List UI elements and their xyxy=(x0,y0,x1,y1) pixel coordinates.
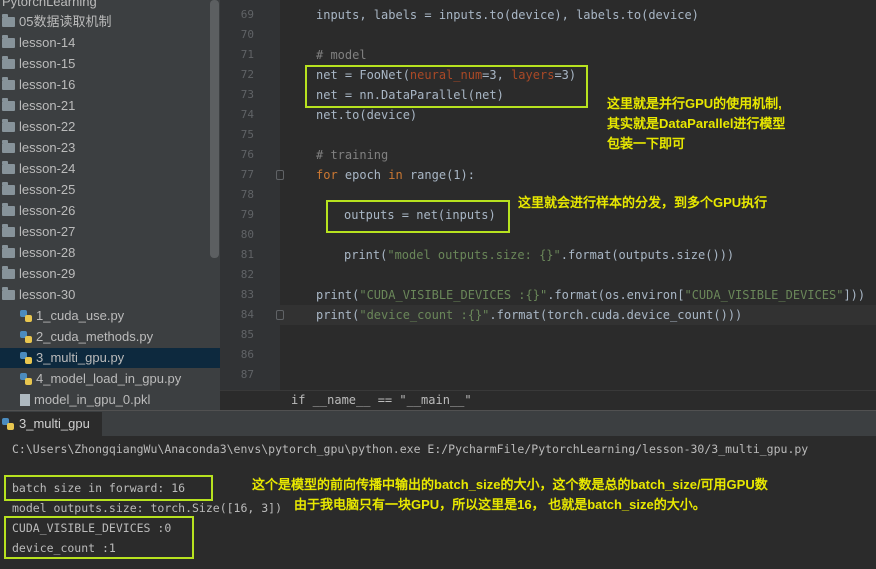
tree-folder[interactable]: lesson-29 xyxy=(2,264,75,284)
tree-folder[interactable]: lesson-26 xyxy=(2,201,75,221)
line-number: 85 xyxy=(240,328,254,341)
folder-icon xyxy=(2,118,15,132)
tree-folder[interactable]: lesson-15 xyxy=(2,54,75,74)
line-number: 82 xyxy=(240,268,254,281)
tree-folder[interactable]: 05数据读取机制 xyxy=(2,12,111,32)
annotation-text: 这里就会进行样本的分发，到多个GPU执行 xyxy=(518,195,768,210)
annotation-box-model xyxy=(305,65,588,108)
project-root[interactable]: PytorchLearning xyxy=(2,0,97,12)
tree-file[interactable]: model_in_gpu_0.pkl xyxy=(20,390,220,410)
annotation-text: 其实就是DataParallel进行模型 xyxy=(607,116,786,131)
tree-folder[interactable]: lesson-28 xyxy=(2,243,75,263)
tree-folder[interactable]: lesson-21 xyxy=(2,96,75,116)
folder-icon xyxy=(2,202,15,216)
tree-folder[interactable]: lesson-16 xyxy=(2,75,75,95)
run-panel-header xyxy=(0,410,876,437)
folder-icon xyxy=(2,55,15,69)
folder-icon xyxy=(2,160,15,174)
line-number: 80 xyxy=(240,228,254,241)
console-output-line: model outputs.size: torch.Size([16, 3]) xyxy=(12,501,283,515)
annotation-text: 这里就是并行GPU的使用机制, xyxy=(607,96,782,111)
run-tab[interactable]: 3_multi_gpu xyxy=(0,412,102,436)
sidebar-scrollbar[interactable] xyxy=(210,0,219,258)
annotation-text: 由于我电脑只有一块GPU，所以这里是16， 也就是batch_size的大小。 xyxy=(294,497,706,512)
code-line-71: # model xyxy=(316,48,367,62)
tree-folder[interactable]: lesson-30 xyxy=(2,285,75,305)
line-number: 81 xyxy=(240,248,254,261)
python-file-icon xyxy=(2,417,14,430)
file-icon xyxy=(20,393,30,406)
line-number: 70 xyxy=(240,28,254,41)
code-line-69: inputs, labels = inputs.to(device), labe… xyxy=(316,8,699,22)
python-file-icon xyxy=(20,309,32,322)
tree-folder[interactable]: lesson-27 xyxy=(2,222,75,242)
folder-icon xyxy=(2,76,15,90)
line-number: 72 xyxy=(240,68,254,81)
annotation-box-batch-size xyxy=(4,475,213,501)
folder-icon xyxy=(2,223,15,237)
folder-icon xyxy=(2,265,15,279)
python-file-icon xyxy=(20,372,32,385)
breadcrumb-label: if __name__ == "__main__" xyxy=(291,393,472,407)
folder-icon xyxy=(2,244,15,258)
line-number: 76 xyxy=(240,148,254,161)
editor-breadcrumb[interactable]: if __name__ == "__main__" xyxy=(220,390,876,411)
line-number: 77 xyxy=(240,168,254,181)
tree-folder[interactable]: lesson-14 xyxy=(2,33,75,53)
folder-icon xyxy=(2,97,15,111)
code-line-83: print("CUDA_VISIBLE_DEVICES :{}".format(… xyxy=(316,288,866,302)
line-number: 87 xyxy=(240,368,254,381)
annotation-box-device-count xyxy=(4,516,194,559)
tree-file-selected[interactable]: 3_multi_gpu.py xyxy=(0,348,220,368)
folder-icon xyxy=(2,181,15,195)
fold-marker-icon[interactable] xyxy=(276,170,284,180)
tree-folder[interactable]: lesson-22 xyxy=(2,117,75,137)
folder-icon xyxy=(2,13,15,27)
folder-icon xyxy=(2,34,15,48)
project-tree: PytorchLearning 05数据读取机制 lesson-14 lesso… xyxy=(0,0,220,410)
folder-icon xyxy=(2,286,15,300)
code-line-74: net.to(device) xyxy=(316,108,418,122)
line-number: 75 xyxy=(240,128,254,141)
project-name: PytorchLearning xyxy=(2,0,97,9)
line-number: 86 xyxy=(240,348,254,361)
line-number: 84 xyxy=(240,308,254,321)
python-file-icon xyxy=(20,351,32,364)
line-number: 74 xyxy=(240,108,254,121)
tree-folder[interactable]: lesson-24 xyxy=(2,159,75,179)
folder-icon xyxy=(2,139,15,153)
line-number: 69 xyxy=(240,8,254,21)
fold-marker-icon[interactable] xyxy=(276,310,284,320)
tree-file[interactable]: 2_cuda_methods.py xyxy=(20,327,220,347)
code-line-84: print("device_count :{}".format(torch.cu… xyxy=(316,308,743,322)
line-number: 78 xyxy=(240,188,254,201)
tree-file[interactable]: 4_model_load_in_gpu.py xyxy=(20,369,220,389)
run-tab-label: 3_multi_gpu xyxy=(19,416,90,431)
annotation-text: 包装一下即可 xyxy=(607,136,686,151)
code-line-81: print("model outputs.size: {}".format(ou… xyxy=(344,248,735,262)
code-line-76: # training xyxy=(316,148,389,162)
line-number: 79 xyxy=(240,208,254,221)
line-number: 71 xyxy=(240,48,254,61)
line-number: 83 xyxy=(240,288,254,301)
python-file-icon xyxy=(20,330,32,343)
console-command: C:\Users\ZhongqiangWu\Anaconda3\envs\pyt… xyxy=(12,442,809,456)
tree-file[interactable]: 1_cuda_use.py xyxy=(20,306,220,326)
tree-folder[interactable]: lesson-25 xyxy=(2,180,75,200)
tree-folder[interactable]: lesson-23 xyxy=(2,138,75,158)
code-line-77: for epoch in range(1): xyxy=(316,168,475,182)
annotation-text: 这个是模型的前向传播中输出的batch_size的大小，这个数是总的batch_… xyxy=(252,477,768,492)
line-number: 73 xyxy=(240,88,254,101)
annotation-box-outputs xyxy=(326,200,510,233)
